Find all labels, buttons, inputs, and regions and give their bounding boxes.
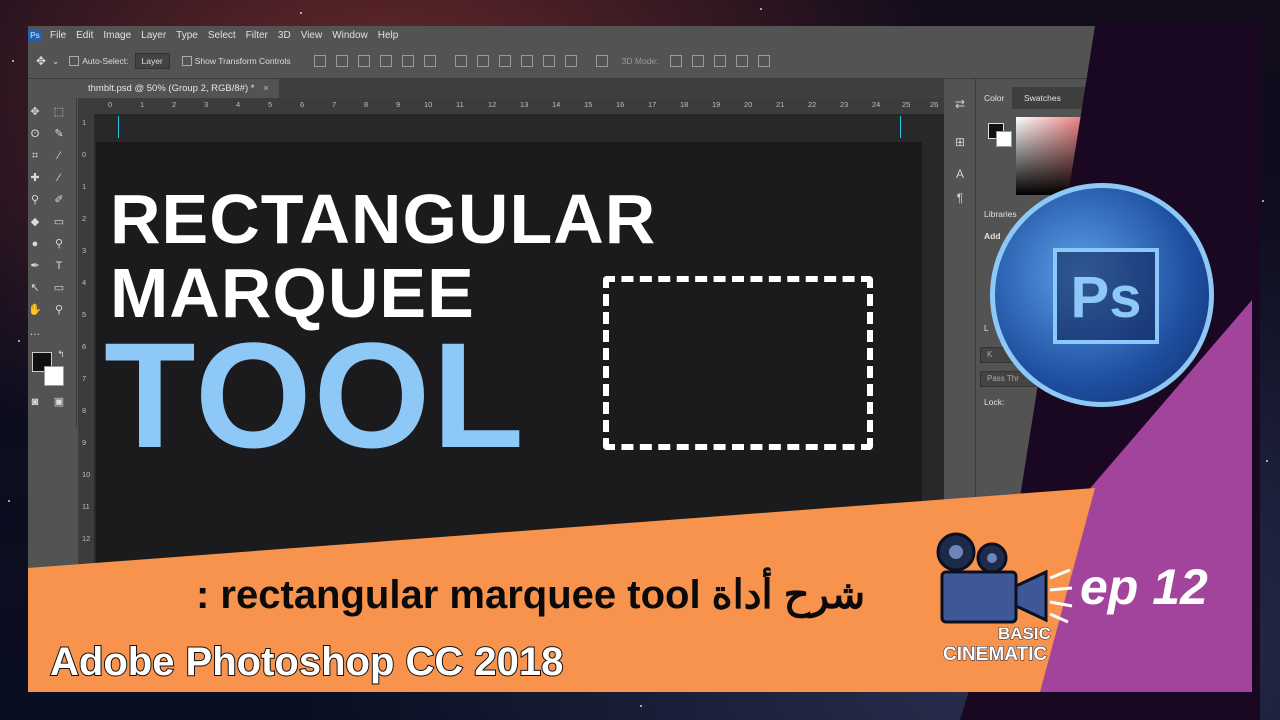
episode-number: ep 12: [1080, 559, 1208, 615]
video-subtitle: : rectangular marquee tool شرح أداة: [196, 573, 866, 617]
brand-name-line1: BASIC: [998, 624, 1052, 644]
camera-logo-icon: [936, 532, 1073, 624]
product-name: Adobe Photoshop CC 2018: [49, 639, 564, 685]
brand-name-line2: CINEMATIC: [942, 644, 1048, 666]
